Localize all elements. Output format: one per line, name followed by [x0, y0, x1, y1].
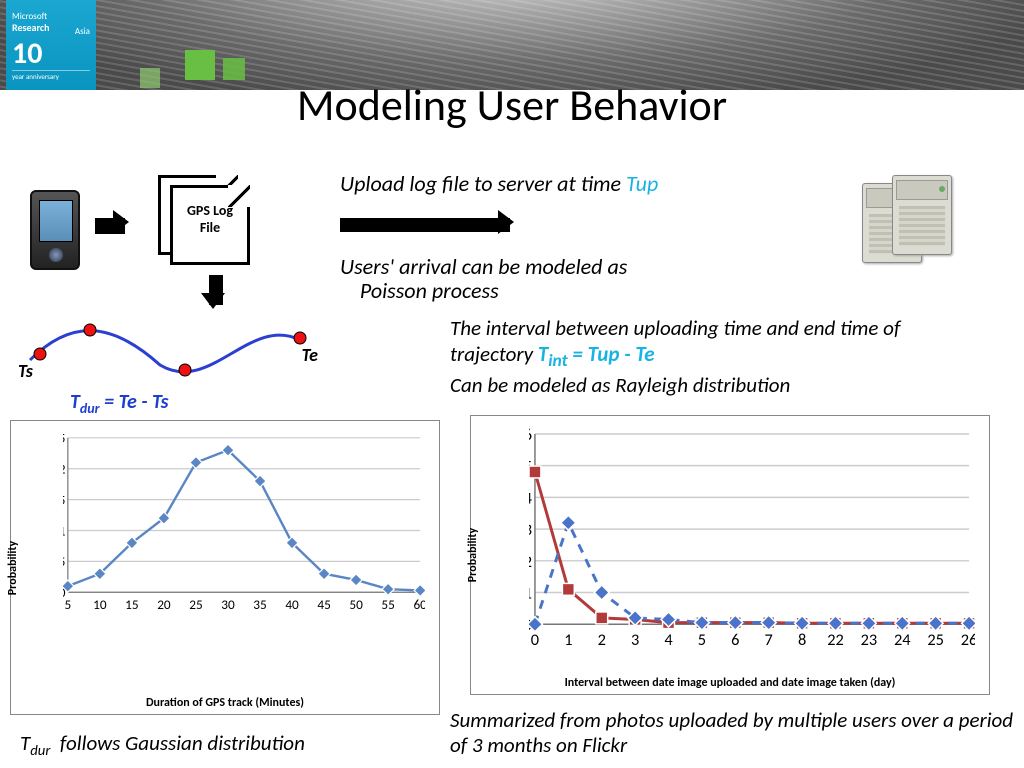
svg-text:22: 22 [827, 630, 844, 650]
svg-text:0.05: 0.05 [63, 553, 65, 570]
svg-text:0.25: 0.25 [63, 433, 65, 447]
gps-log-label: GPS Log File [182, 202, 238, 236]
svg-text:0.2: 0.2 [63, 461, 66, 478]
arrow-icon [95, 218, 125, 234]
te-label: Te [302, 344, 318, 366]
svg-text:60: 60 [413, 596, 425, 613]
rayleigh-chart: Probability Interval between date image … [470, 415, 990, 695]
svg-text:20: 20 [157, 596, 171, 613]
svg-text:45: 45 [317, 596, 330, 613]
svg-text:50: 50 [349, 596, 363, 613]
svg-text:7: 7 [765, 630, 773, 650]
gaussian-note: Tdur follows Gaussian distribution [20, 730, 305, 759]
arrow-icon [340, 218, 510, 232]
msra-logo: Microsoft Research Asia 10 year annivers… [6, 0, 96, 90]
svg-text:2: 2 [598, 630, 606, 650]
svg-text:15: 15 [125, 596, 138, 613]
svg-text:0.1: 0.1 [529, 583, 532, 603]
svg-text:55: 55 [381, 596, 394, 613]
svg-text:0.4: 0.4 [529, 488, 533, 508]
tdur-equation: Tdur = Te - Ts [70, 390, 169, 417]
svg-text:4: 4 [664, 630, 673, 650]
ts-label: Ts [18, 360, 33, 382]
svg-text:40: 40 [285, 596, 299, 613]
trajectory-sketch: Ts Te [20, 320, 320, 380]
gps-log-file-icon: GPS Log File [150, 175, 265, 270]
svg-text:10: 10 [93, 596, 107, 613]
gaussian-chart: Probability Duration of GPS track (Minut… [10, 420, 440, 715]
server-icon [854, 175, 964, 270]
interval-caption: The interval between uploading time and … [450, 315, 1018, 399]
svg-text:0.6: 0.6 [529, 428, 532, 445]
upload-caption: Upload log file to server at time Tup [340, 170, 658, 197]
svg-text:0.2: 0.2 [529, 552, 532, 572]
svg-text:35: 35 [253, 596, 266, 613]
slide-title: Modeling User Behavior [0, 78, 1024, 132]
x-axis-label: Duration of GPS track (Minutes) [11, 696, 439, 710]
svg-text:1: 1 [564, 630, 572, 650]
arrow-icon [209, 275, 223, 305]
svg-text:25: 25 [189, 596, 202, 613]
poisson-caption: Users' arrival can be modeled as Poisson… [340, 255, 627, 303]
flickr-note: Summarized from photos uploaded by multi… [450, 708, 1014, 758]
svg-text:3: 3 [631, 630, 639, 650]
svg-text:25: 25 [927, 630, 944, 650]
y-axis-label: Probability [466, 528, 480, 582]
svg-text:23: 23 [861, 630, 878, 650]
svg-text:24: 24 [894, 630, 911, 650]
x-axis-label: Interval between date image uploaded and… [471, 676, 989, 690]
y-axis-label: Probability [6, 540, 20, 594]
slide-header: Microsoft Research Asia 10 year annivers… [0, 0, 1024, 90]
svg-text:0.1: 0.1 [63, 522, 66, 539]
svg-text:0.3: 0.3 [529, 520, 532, 540]
svg-text:0.15: 0.15 [63, 491, 65, 508]
svg-text:30: 30 [221, 596, 235, 613]
phone-icon [30, 190, 80, 270]
svg-text:26: 26 [961, 630, 975, 650]
svg-text:0: 0 [531, 630, 539, 650]
svg-text:8: 8 [798, 630, 806, 650]
svg-text:6: 6 [731, 630, 739, 650]
svg-text:5: 5 [64, 596, 71, 613]
svg-text:5: 5 [698, 630, 706, 650]
